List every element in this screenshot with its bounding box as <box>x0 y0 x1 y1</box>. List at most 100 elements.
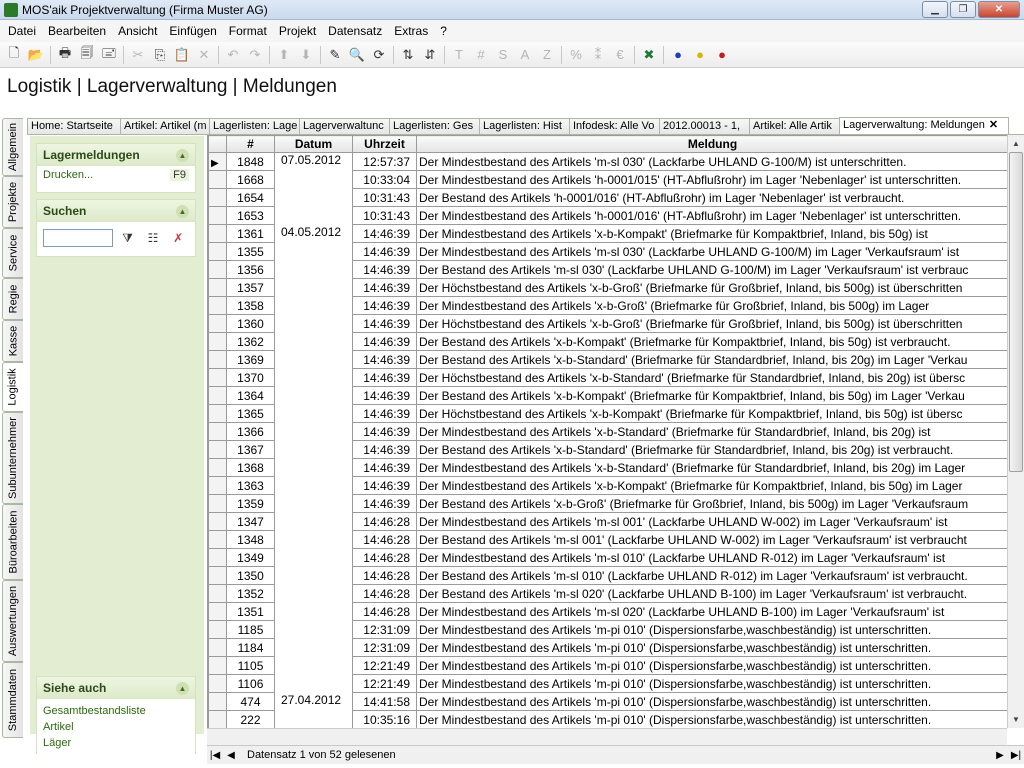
message-cell[interactable]: Der Mindestbestand des Artikels 'x-b-Sta… <box>416 422 1009 441</box>
date-cell[interactable] <box>274 170 353 189</box>
date-cell[interactable] <box>274 440 353 459</box>
date-cell[interactable] <box>274 242 353 261</box>
drucken-item[interactable]: Drucken... F9 <box>37 166 195 184</box>
collapse-icon[interactable]: ▲ <box>176 204 189 218</box>
time-cell[interactable]: 14:46:39 <box>352 242 417 261</box>
message-cell[interactable]: Der Höchstbestand des Artikels 'x-b-Groß… <box>416 278 1009 297</box>
message-cell[interactable]: Der Mindestbestand des Artikels 'm-pi 01… <box>416 674 1009 693</box>
close-window-button[interactable]: ✕ <box>978 1 1020 18</box>
siehe-auch-header[interactable]: Siehe auch ▲ <box>37 677 195 699</box>
z-format-icon[interactable]: Z <box>536 44 558 66</box>
vtab-stammdaten[interactable]: Stammdaten <box>2 662 23 738</box>
id-cell[interactable]: 1370 <box>226 368 275 387</box>
row-selector[interactable] <box>208 386 227 405</box>
time-cell[interactable]: 14:46:28 <box>352 584 417 603</box>
row-selector[interactable]: ▶ <box>208 152 227 171</box>
open-icon[interactable]: 📂 <box>25 44 47 66</box>
delete-icon[interactable]: ✕ <box>193 44 215 66</box>
id-cell[interactable]: 1362 <box>226 332 275 351</box>
message-cell[interactable]: Der Mindestbestand des Artikels 'm-pi 01… <box>416 620 1009 639</box>
menu-format[interactable]: Format <box>223 20 273 42</box>
id-cell[interactable]: 1105 <box>226 656 275 675</box>
filter-apply-icon[interactable]: ⧩ <box>117 228 138 248</box>
tab-artikel[interactable]: Artikel: Artikel (m <box>120 118 210 134</box>
message-cell[interactable]: Der Bestand des Artikels 'm-sl 020' (Lac… <box>416 584 1009 603</box>
id-cell[interactable]: 1350 <box>226 566 275 585</box>
time-cell[interactable]: 10:31:43 <box>352 188 417 207</box>
table-row[interactable]: 1350 14:46:28 Der Bestand des Artikels 'm-… <box>208 566 1009 585</box>
date-cell[interactable] <box>274 350 353 369</box>
menu-projekt[interactable]: Projekt <box>273 20 322 42</box>
time-cell[interactable]: 14:46:39 <box>352 224 417 243</box>
close-tab-icon[interactable]: ✕ <box>989 119 998 131</box>
date-cell[interactable] <box>274 494 353 513</box>
message-cell[interactable]: Der Höchstbestand des Artikels 'x-b-Groß… <box>416 314 1009 333</box>
id-cell[interactable]: 1848 <box>226 152 275 171</box>
redo-icon[interactable]: ↷ <box>244 44 266 66</box>
message-cell[interactable]: Der Mindestbestand des Artikels 'm-pi 01… <box>416 656 1009 675</box>
find-icon[interactable]: 🔍 <box>346 44 368 66</box>
id-cell[interactable]: 1653 <box>226 206 275 225</box>
search-input[interactable] <box>43 229 113 247</box>
id-cell[interactable]: 1365 <box>226 404 275 423</box>
column-header-uhrzeit[interactable]: Uhrzeit <box>352 135 417 153</box>
vtab-service[interactable]: Service <box>2 228 23 278</box>
table-row[interactable]: 1358 14:46:39 Der Mindestbestand des Artik… <box>208 296 1009 315</box>
time-cell[interactable]: 12:21:49 <box>352 674 417 693</box>
vtab-subunternehmer[interactable]: Subunternehmer <box>2 412 23 504</box>
row-selector[interactable] <box>208 530 227 549</box>
time-cell[interactable]: 14:46:39 <box>352 494 417 513</box>
table-row[interactable]: 1369 14:46:39 Der Bestand des Artikels 'x-… <box>208 350 1009 369</box>
table-row[interactable]: 1185 12:31:09 Der Mindestbestand des Artik… <box>208 620 1009 639</box>
message-cell[interactable]: Der Mindestbestand des Artikels 'm-sl 00… <box>416 512 1009 531</box>
last-record-icon[interactable]: ▶| <box>1008 747 1024 764</box>
tab-lagerverwaltung[interactable]: Lagerverwaltunc <box>299 118 390 134</box>
time-cell[interactable]: 12:31:09 <box>352 620 417 639</box>
row-selector[interactable] <box>208 548 227 567</box>
collapse-icon[interactable]: ▲ <box>176 681 189 695</box>
date-cell[interactable] <box>274 422 353 441</box>
row-selector[interactable] <box>208 692 227 711</box>
time-cell[interactable]: 14:46:28 <box>352 530 417 549</box>
horizontal-scrollbar[interactable] <box>207 728 1007 745</box>
user-red-icon[interactable]: ● <box>711 44 733 66</box>
id-cell[interactable]: 1358 <box>226 296 275 315</box>
message-cell[interactable]: Der Mindestbestand des Artikels 'm-sl 03… <box>416 242 1009 261</box>
tab-home-startseite[interactable]: Home: Startseite <box>27 118 121 134</box>
filter-clear-icon[interactable]: ✗ <box>168 228 189 248</box>
date-cell[interactable] <box>274 458 353 477</box>
message-cell[interactable]: Der Mindestbestand des Artikels 'x-b-Kom… <box>416 224 1009 243</box>
menu-ansicht[interactable]: Ansicht <box>112 20 163 42</box>
tab-lagerlisten-hist[interactable]: Lagerlisten: Hist <box>479 118 570 134</box>
id-cell[interactable]: 474 <box>226 692 275 711</box>
message-cell[interactable]: Der Bestand des Artikels 'x-b-Kompakt' (… <box>416 386 1009 405</box>
row-selector[interactable] <box>208 170 227 189</box>
lagermeldungen-header[interactable]: Lagermeldungen ▲ <box>37 144 195 166</box>
date-cell[interactable]: 07.05.2012 <box>274 152 353 171</box>
link-gesamtbestandsliste[interactable]: Gesamtbestandsliste <box>37 703 195 719</box>
time-cell[interactable]: 14:46:28 <box>352 548 417 567</box>
table-row[interactable]: 1364 14:46:39 Der Bestand des Artikels 'x-… <box>208 386 1009 405</box>
table-row[interactable]: 1355 14:46:39 Der Mindestbestand des Artik… <box>208 242 1009 261</box>
date-cell[interactable] <box>274 386 353 405</box>
suchen-header[interactable]: Suchen ▲ <box>37 200 195 222</box>
new-icon[interactable]: 🗋 <box>3 44 25 66</box>
date-cell[interactable] <box>274 188 353 207</box>
row-selector[interactable] <box>208 458 227 477</box>
table-row[interactable]: 1653 10:31:43 Der Mindestbestand des Artik… <box>208 206 1009 225</box>
message-cell[interactable]: Der Mindestbestand des Artikels 'm-pi 01… <box>416 692 1009 711</box>
filter-list-icon[interactable]: ☷ <box>142 228 163 248</box>
date-cell[interactable] <box>274 638 353 657</box>
message-cell[interactable]: Der Bestand des Artikels 'x-b-Standard' … <box>416 350 1009 369</box>
message-cell[interactable]: Der Mindestbestand des Artikels 'm-sl 03… <box>416 152 1009 171</box>
row-selector[interactable] <box>208 314 227 333</box>
date-cell[interactable] <box>274 296 353 315</box>
row-selector[interactable] <box>208 494 227 513</box>
row-selector[interactable] <box>208 206 227 225</box>
send-icon[interactable]: 🖃 <box>98 44 120 66</box>
message-cell[interactable]: Der Höchstbestand des Artikels 'x-b-Komp… <box>416 404 1009 423</box>
menu-bearbeiten[interactable]: Bearbeiten <box>42 20 112 42</box>
sum-icon[interactable]: S <box>492 44 514 66</box>
id-cell[interactable]: 1363 <box>226 476 275 495</box>
table-row[interactable]: 1366 14:46:39 Der Mindestbestand des Artik… <box>208 422 1009 441</box>
